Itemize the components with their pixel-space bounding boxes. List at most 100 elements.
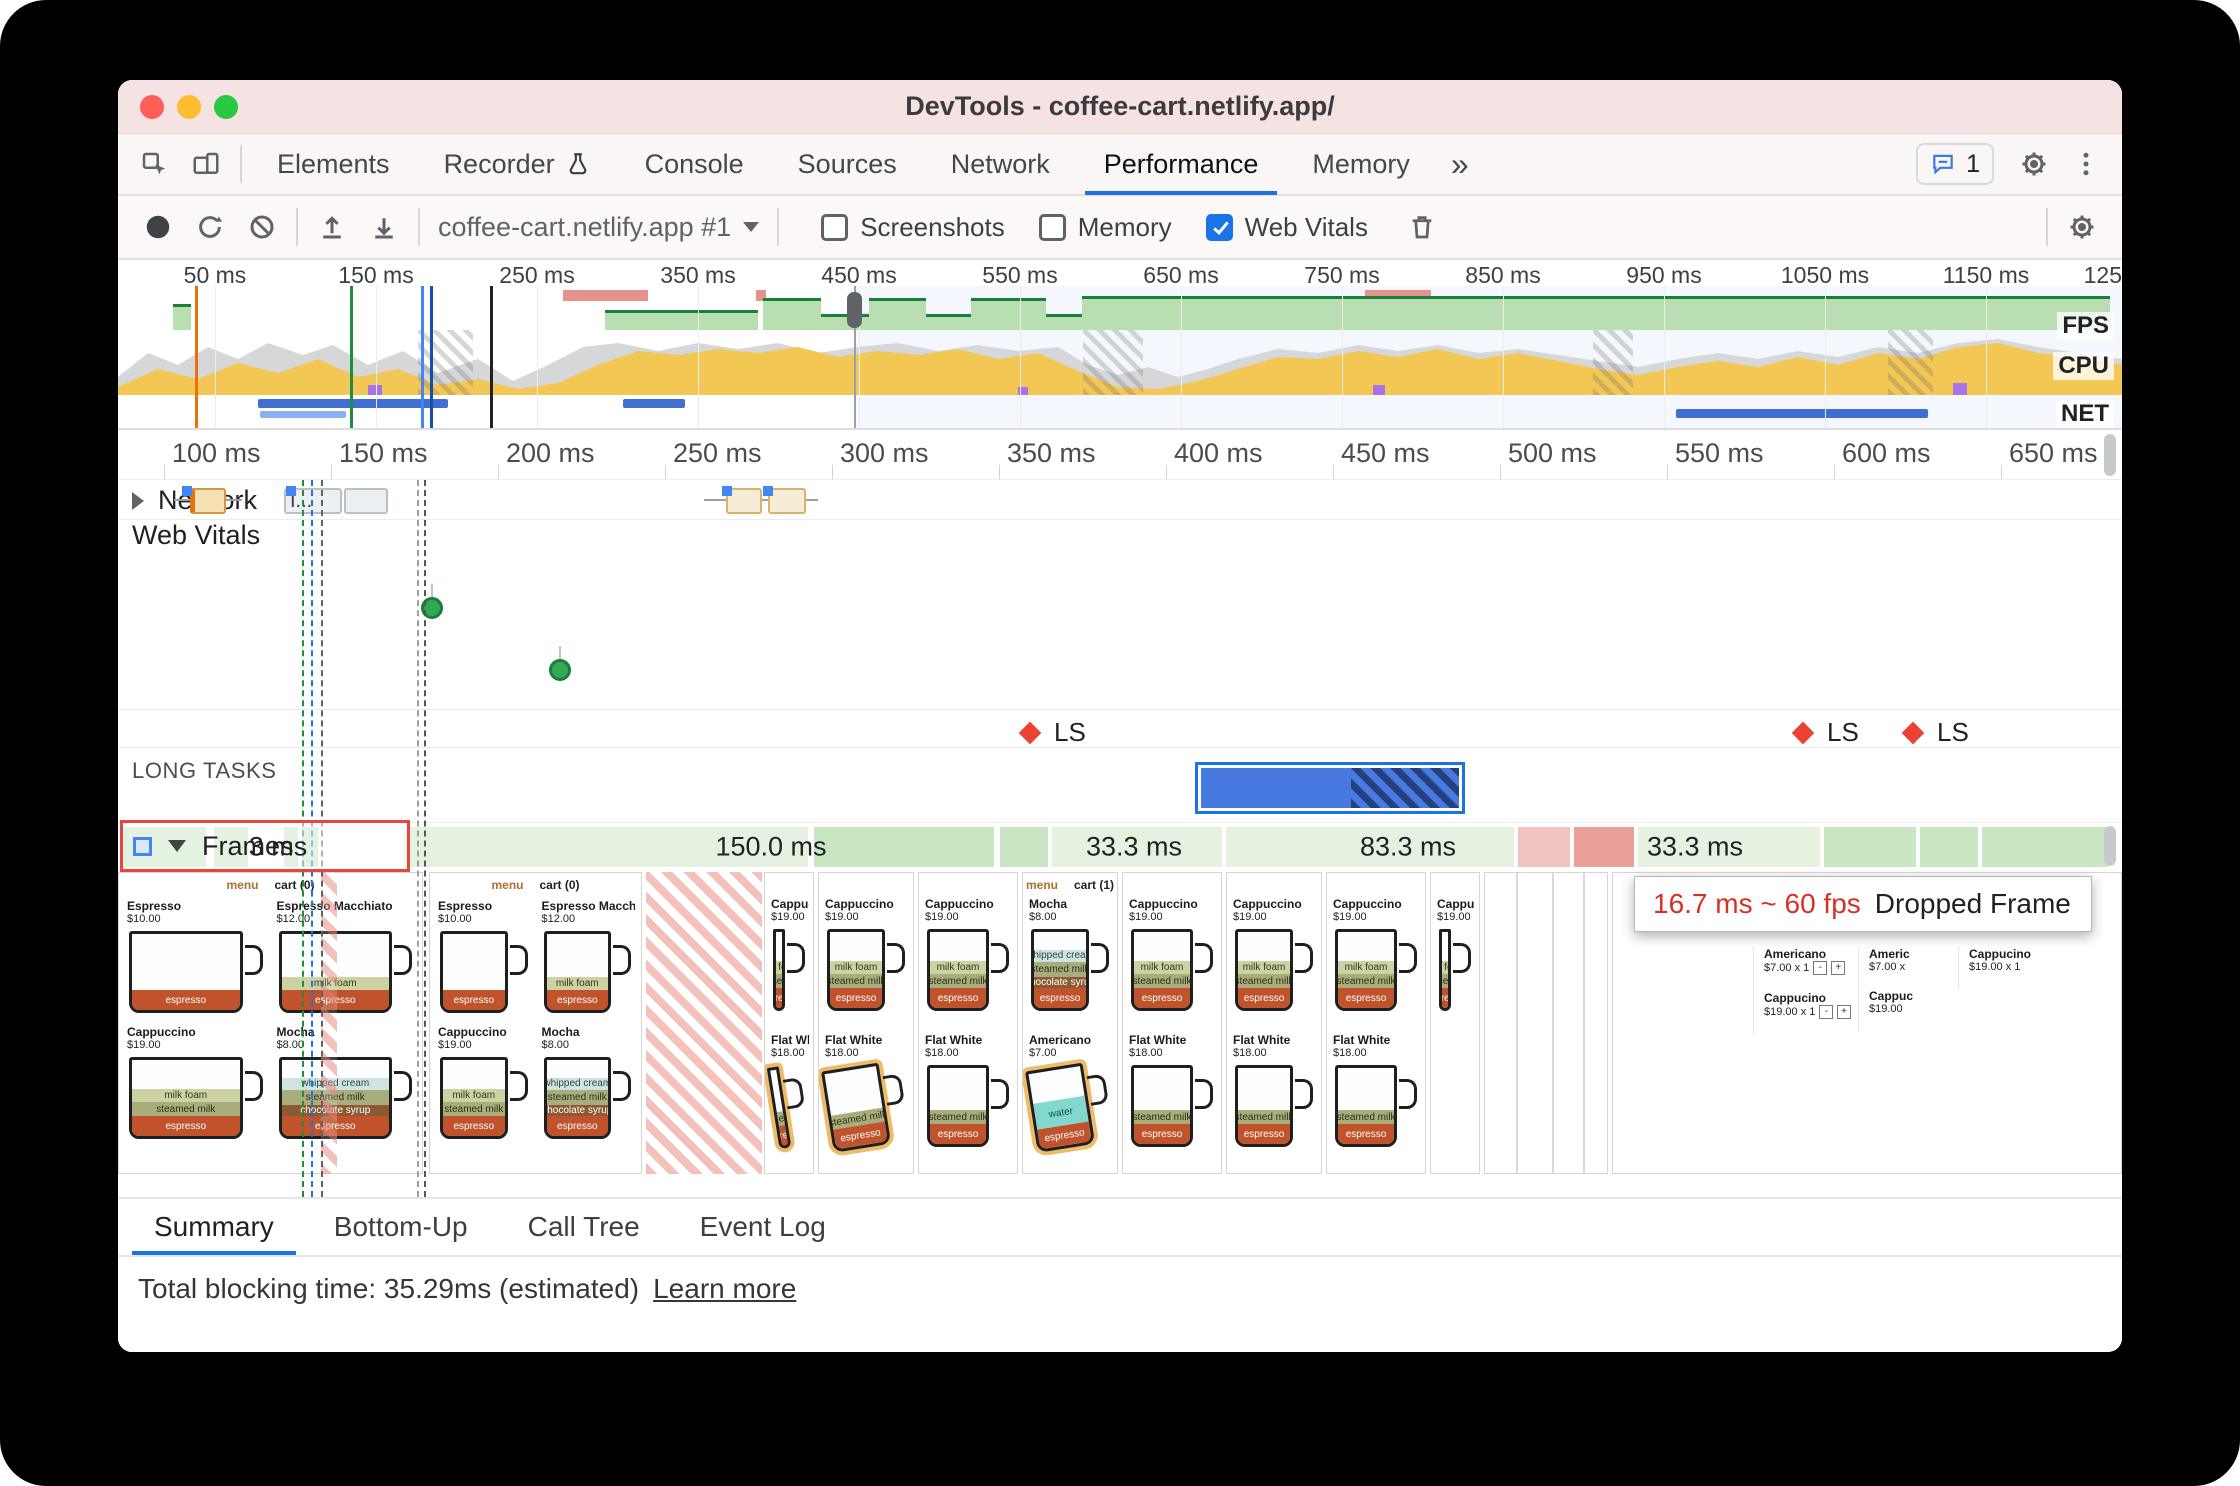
network-request-bar[interactable] (344, 488, 388, 514)
scrollbar-thumb[interactable] (2104, 826, 2116, 866)
frame-segment[interactable] (1574, 827, 1634, 867)
disclosure-triangle-icon[interactable] (168, 840, 186, 852)
fps-bar (1082, 296, 2110, 330)
delete-recording-button[interactable] (1396, 201, 1448, 253)
tab-console[interactable]: Console (618, 133, 771, 195)
minus-button[interactable]: - (1819, 1005, 1834, 1019)
minus-button[interactable]: - (1813, 961, 1828, 975)
frame-segment[interactable] (814, 827, 994, 867)
settings-button[interactable] (2008, 138, 2060, 190)
load-profile-button[interactable] (306, 201, 358, 253)
filmstrip-frame[interactable]: Cappuccino$19.00espressosteamed milkmilk… (764, 872, 814, 1174)
fps-bar (763, 298, 821, 330)
filmstrip-frame[interactable]: Cappuccino$19.00espressosteamed milkmilk… (818, 872, 914, 1174)
overview-drag-handle[interactable] (847, 292, 862, 328)
filmstrip-frame[interactable]: Cappuccino$19.00espressosteamed milkmilk… (918, 872, 1018, 1174)
scrollbar-thumb[interactable] (2104, 434, 2116, 476)
checkbox-web-vitals[interactable]: Web Vitals (1205, 212, 1368, 243)
cup-layer-steamed_milk: steamed milk (443, 1101, 505, 1117)
good-vital-marker[interactable] (549, 659, 571, 681)
overview-fps-lane (118, 290, 2122, 330)
tab-network[interactable]: Network (924, 133, 1077, 195)
screenshot-cart-link: cart (1) (1074, 878, 1115, 892)
cup-layer-milk_foam: milk foam (546, 977, 608, 991)
ruler-tick (1333, 465, 1334, 479)
cup-layer-espresso: espresso (1238, 1124, 1290, 1144)
frame-segment[interactable] (1518, 827, 1570, 867)
record-button[interactable] (132, 201, 184, 253)
zoom-button[interactable] (214, 95, 238, 119)
layout-shift-label: LS (1054, 717, 1086, 747)
coffee-cup-espresso_macchiato: Espresso Macchiato$12.00 espressomilk foa… (277, 899, 417, 1015)
frame-duration-label: 150.0 ms (715, 831, 827, 861)
issues-button[interactable]: 1 (1916, 143, 1994, 185)
frame-segment[interactable] (1000, 827, 1048, 867)
layout-shift-marker[interactable]: LS (1791, 717, 1859, 748)
titlebar[interactable]: DevTools - coffee-cart.netlify.app/ (118, 80, 2122, 134)
frame-duration-label: 3 ms (248, 831, 308, 861)
tab-sources[interactable]: Sources (771, 133, 924, 195)
filmstrip-frame[interactable]: Cappuccino$19.00espressosteamed milkmilk… (1226, 872, 1322, 1174)
tab-elements[interactable]: Elements (250, 133, 417, 195)
gridline (1986, 286, 1987, 428)
overview-tick-label: 550 ms (982, 262, 1058, 288)
inspect-element-button[interactable] (128, 138, 180, 190)
long-task-bar[interactable] (1195, 762, 1465, 814)
tab-event-log[interactable]: Event Log (670, 1199, 856, 1255)
filmstrip-frame[interactable] (1484, 872, 1608, 1174)
cart-item: Cappucino $19.00 x 1- + (1764, 991, 1851, 1019)
cup-layer-milk_foam: milk foam (443, 1088, 505, 1102)
capture-settings-button[interactable] (2056, 201, 2108, 253)
filmstrip-frame[interactable]: menu cart (0) Espresso $10.00 espresso Espres… (429, 872, 642, 1174)
frame-segment[interactable] (1824, 827, 1916, 867)
cup-layer-milk_foam: milk foam (1442, 960, 1448, 974)
frame-segment[interactable] (1982, 827, 2108, 867)
frame-segment[interactable] (1920, 827, 1978, 867)
layout-shift-marker[interactable]: LS (1018, 717, 1086, 748)
disclosure-triangle-icon[interactable] (132, 491, 144, 510)
profile-select-label: coffee-cart.netlify.app #1 (438, 211, 732, 242)
filmstrip-frame[interactable]: menu cart (1) Mocha$8.00 espressochocolate … (1022, 872, 1118, 1174)
net-bar (260, 411, 346, 418)
clear-recording-button[interactable] (236, 201, 288, 253)
network-request-bar[interactable] (768, 488, 806, 514)
overview-tick-label: 125 (2083, 262, 2122, 288)
net-bar (1676, 409, 1928, 418)
filmstrip-frame[interactable]: Cappuccino$19.00espressosteamed milkmilk… (1326, 872, 1426, 1174)
cup-layer-espresso: espresso (1338, 988, 1394, 1008)
close-button[interactable] (140, 95, 164, 119)
cup-body: espressomilk foam (543, 931, 611, 1013)
network-request-bar[interactable] (190, 488, 226, 514)
tab-recorder[interactable]: Recorder (417, 133, 618, 195)
checkbox-box (821, 213, 849, 241)
gridline (1664, 286, 1665, 428)
layout-shift-marker[interactable]: LS (1901, 717, 1969, 748)
cup-handle (887, 943, 905, 973)
cup-handle (782, 1076, 806, 1110)
plus-button[interactable]: + (1831, 961, 1846, 975)
timeline-overview[interactable]: 50 ms 150 ms 250 ms 350 ms 450 ms 550 ms 650 m… (118, 260, 2122, 430)
tab-memory[interactable]: Memory (1285, 133, 1437, 195)
filmstrip-frame[interactable]: menu cart (0) Espresso $10.00 espresso Espres… (118, 872, 423, 1174)
tab-bottom-up[interactable]: Bottom-Up (304, 1199, 498, 1255)
profile-select[interactable]: coffee-cart.netlify.app #1 (428, 212, 769, 243)
checkbox-memory[interactable]: Memory (1038, 212, 1172, 243)
learn-more-link[interactable]: Learn more (653, 1273, 796, 1304)
tab-call-tree[interactable]: Call Tree (498, 1199, 670, 1255)
customize-devtools-button[interactable] (2060, 138, 2112, 190)
minimize-button[interactable] (177, 95, 201, 119)
more-tabs-button[interactable]: » (1437, 133, 1483, 195)
frame-duration-label: 33.3 ms (1646, 831, 1744, 861)
reload-and-record-button[interactable] (184, 201, 236, 253)
tab-summary[interactable]: Summary (124, 1199, 304, 1255)
filmstrip-frame[interactable]: Cappuccino$19.00espressosteamed milkmilk… (1122, 872, 1222, 1174)
checkbox-screenshots[interactable]: Screenshots (821, 212, 1005, 243)
cup-graphic: espressosteamed milkmilk foam (1437, 927, 1475, 1013)
device-toolbar-button[interactable] (180, 138, 232, 190)
layout-shift-diamond-icon (1018, 721, 1042, 744)
filmstrip-frame[interactable]: Cappuccino$19.00espressosteamed milkmilk… (1430, 872, 1480, 1174)
tab-performance[interactable]: Performance (1077, 133, 1286, 195)
plus-button[interactable]: + (1837, 1005, 1851, 1019)
save-profile-button[interactable] (358, 201, 410, 253)
drink-price: $19.00 (1129, 911, 1163, 923)
